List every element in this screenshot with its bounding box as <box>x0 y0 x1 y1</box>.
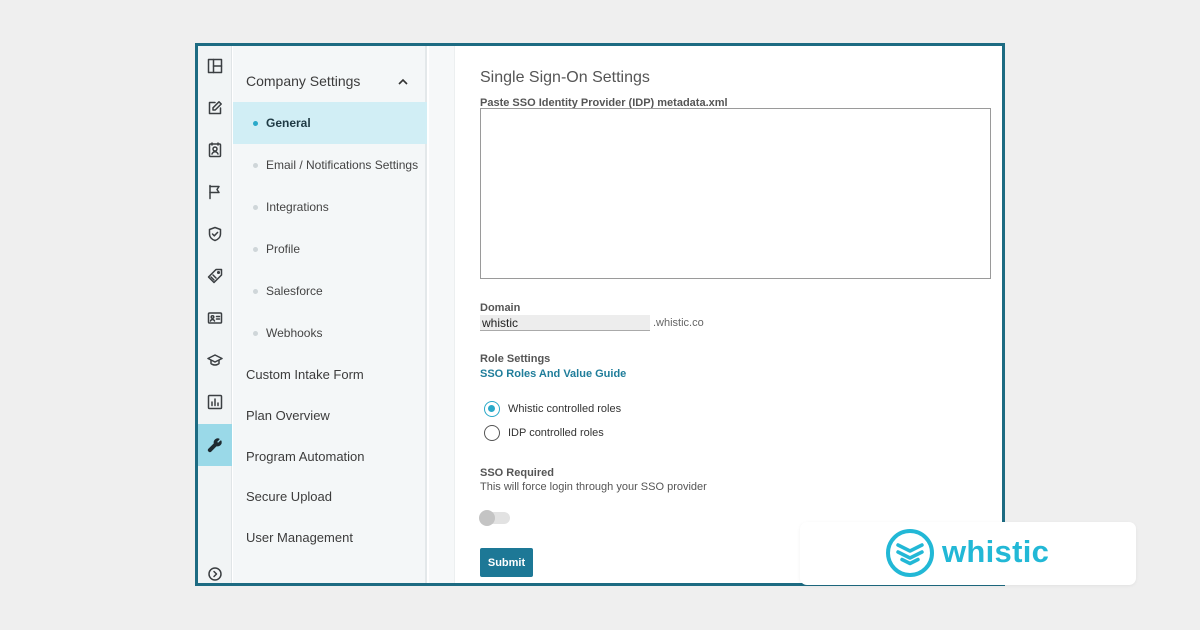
bullet-icon <box>253 163 258 168</box>
page-title: Single Sign-On Settings <box>480 69 650 86</box>
bullet-icon <box>253 289 258 294</box>
flag-icon[interactable] <box>198 172 232 212</box>
role-settings-label: Role Settings <box>480 353 551 365</box>
domain-input[interactable] <box>480 315 650 331</box>
bullet-icon <box>253 247 258 252</box>
brand-logo-card: whistic <box>800 522 1136 585</box>
sso-settings-panel: Single Sign-On Settings Paste SSO Identi… <box>456 46 1002 583</box>
graduation-cap-icon[interactable] <box>198 340 232 380</box>
sso-roles-guide-link[interactable]: SSO Roles And Value Guide <box>480 368 626 380</box>
edit-icon[interactable] <box>198 88 232 128</box>
submit-button[interactable]: Submit <box>480 548 533 577</box>
sidebar-item-label: Email / Notifications Settings <box>266 158 419 172</box>
bullet-icon <box>253 121 258 126</box>
sidebar-item-custom-intake-form[interactable]: Custom Intake Form <box>233 354 427 394</box>
settings-sidebar: Company Settings General Email / Notific… <box>233 46 427 583</box>
radio-label: Whistic controlled roles <box>508 403 622 415</box>
sidebar-item-label: Profile <box>266 242 301 256</box>
id-card-icon[interactable] <box>198 298 232 338</box>
sidebar-item-program-automation[interactable]: Program Automation <box>233 436 427 476</box>
radio-button-checked[interactable] <box>484 401 500 417</box>
sidebar-item-label: General <box>266 116 311 130</box>
company-settings-header[interactable]: Company Settings <box>233 64 427 98</box>
radio-button-unchecked[interactable] <box>484 425 500 441</box>
sidebar-item-label: Salesforce <box>266 284 323 298</box>
bar-chart-icon[interactable] <box>198 382 232 422</box>
app-window: Company Settings General Email / Notific… <box>195 43 1005 586</box>
sidebar-item-integrations[interactable]: Integrations <box>233 186 427 228</box>
sso-required-toggle[interactable] <box>479 510 510 526</box>
domain-suffix: .whistic.co <box>653 317 704 329</box>
radio-idp-controlled[interactable]: IDP controlled roles <box>484 425 604 441</box>
contact-icon[interactable] <box>198 130 232 170</box>
bullet-icon <box>253 205 258 210</box>
sso-required-label: SSO Required <box>480 467 554 479</box>
bullet-icon <box>253 331 258 336</box>
expand-icon[interactable] <box>198 554 232 583</box>
sidebar-item-secure-upload[interactable]: Secure Upload <box>233 476 427 516</box>
shield-check-icon[interactable] <box>198 214 232 254</box>
chevron-up-icon[interactable] <box>397 75 409 87</box>
sidebar-item-email-notifications[interactable]: Email / Notifications Settings <box>233 144 427 186</box>
whistic-wordmark: whistic <box>942 534 1050 569</box>
radio-whistic-controlled[interactable]: Whistic controlled roles <box>484 401 621 417</box>
sidebar-item-salesforce[interactable]: Salesforce <box>233 270 427 312</box>
company-settings-label: Company Settings <box>246 73 361 89</box>
whistic-logo-icon <box>886 529 934 577</box>
sidebar-item-plan-overview[interactable]: Plan Overview <box>233 395 427 435</box>
tag-icon[interactable] <box>198 256 232 296</box>
sidebar-item-user-management[interactable]: User Management <box>233 517 427 557</box>
sidebar-item-profile[interactable]: Profile <box>233 228 427 270</box>
sidebar-item-label: Webhooks <box>266 326 323 340</box>
layout-icon[interactable] <box>198 46 232 86</box>
toggle-knob <box>479 510 495 526</box>
domain-label: Domain <box>480 302 521 314</box>
metadata-textarea[interactable] <box>480 108 991 279</box>
sidebar-item-webhooks[interactable]: Webhooks <box>233 312 427 354</box>
sidebar-item-label: Integrations <box>266 200 329 214</box>
content-gutter <box>429 46 455 583</box>
wrench-icon[interactable] <box>198 424 232 466</box>
sso-required-help: This will force login through your SSO p… <box>480 481 707 493</box>
icon-rail <box>198 46 232 583</box>
sidebar-item-general[interactable]: General <box>233 102 427 144</box>
radio-label: IDP controlled roles <box>508 427 604 439</box>
